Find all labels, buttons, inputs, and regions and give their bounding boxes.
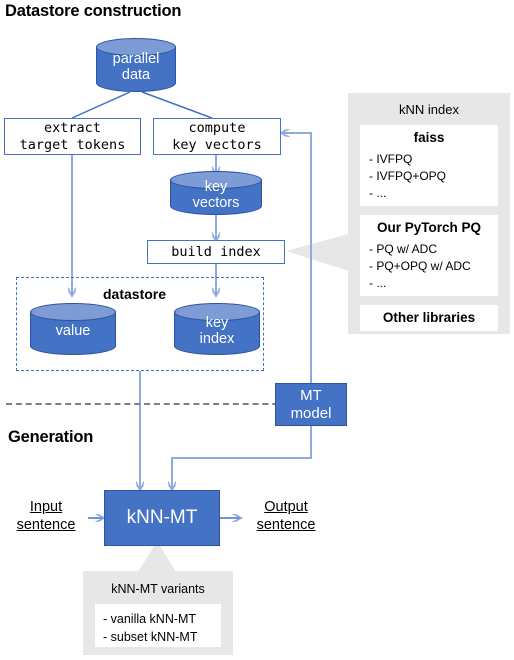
label-line-1: value <box>55 322 91 339</box>
cylinder-value: value <box>30 303 116 355</box>
card-our-pytorch-pq-list: - PQ w/ ADC - PQ+OPQ w/ ADC - ... <box>360 241 498 292</box>
cylinder-label-key-vectors: key vectors <box>170 171 262 215</box>
box-line-2: model <box>290 404 332 422</box>
cylinder-key-vectors: key vectors <box>170 171 262 215</box>
list-item: - IVFPQ+OPQ <box>369 169 447 184</box>
label-output-sentence: Output sentence <box>243 498 329 534</box>
output-sentence-line-2: sentence <box>256 517 316 534</box>
knn-mt-variants-callout: kNN-MT variants - vanilla kNN-MT - subse… <box>83 571 233 655</box>
box-line-2: target tokens <box>19 136 126 153</box>
label-line-1: key <box>205 314 229 331</box>
label-line-2: index <box>199 331 235 347</box>
box-line-1: compute <box>188 119 246 136</box>
card-faiss: faiss - IVFPQ - IVFPQ+OPQ - ... <box>360 125 498 206</box>
knn-index-panel-title: kNN index <box>399 102 459 117</box>
knn-mt-variants-list-box: - vanilla kNN-MT - subset kNN-MT <box>95 604 221 647</box>
input-sentence-line-2: sentence <box>16 517 76 534</box>
knn-index-panel: kNN index faiss - IVFPQ - IVFPQ+OPQ - ..… <box>348 93 510 334</box>
datastore-region-label: datastore <box>103 286 167 302</box>
box-label: kNN-MT <box>126 507 198 529</box>
card-faiss-heading: faiss <box>413 130 445 145</box>
cylinder-key-index: key index <box>174 303 260 355</box>
box-line-1: MT <box>300 387 322 405</box>
cylinder-label-parallel-data: parallel data <box>96 38 176 92</box>
card-other-libraries-label: Other libraries <box>382 310 476 325</box>
list-item: - vanilla kNN-MT <box>103 612 197 626</box>
section-divider <box>6 403 298 405</box>
cylinder-label-value: value <box>30 303 116 355</box>
label-line-2: data <box>121 67 151 83</box>
box-knn-mt[interactable]: kNN-MT <box>104 490 220 546</box>
input-sentence-line-1: Input <box>29 499 63 515</box>
section-title-generation: Generation <box>8 428 94 446</box>
box-compute-key-vectors[interactable]: compute key vectors <box>153 118 281 155</box>
card-faiss-list: - IVFPQ - IVFPQ+OPQ - ... <box>360 151 498 202</box>
label-line-2: vectors <box>192 195 240 211</box>
label-line-1: key <box>204 178 228 195</box>
list-item: - PQ w/ ADC <box>369 242 438 256</box>
label-line-1: parallel <box>112 50 160 67</box>
cylinder-parallel-data: parallel data <box>96 38 176 92</box>
label-input-sentence: Input sentence <box>4 498 88 534</box>
card-our-pytorch-pq-heading: Our PyTorch PQ <box>376 220 482 235</box>
box-label: build index <box>171 243 261 260</box>
list-item: - ... <box>369 186 387 201</box>
box-extract-target-tokens[interactable]: extract target tokens <box>4 118 141 155</box>
list-item: - PQ+OPQ w/ ADC <box>369 259 471 274</box>
output-sentence-line-1: Output <box>264 499 308 515</box>
knn-mt-variants-title: kNN-MT variants <box>111 582 205 596</box>
box-line-1: extract <box>44 119 101 136</box>
list-item: - ... <box>369 276 387 291</box>
list-item: - subset kNN-MT <box>103 630 198 645</box>
list-item: - IVFPQ <box>369 152 413 166</box>
cylinder-label-key-index: key index <box>174 303 260 355</box>
card-our-pytorch-pq: Our PyTorch PQ - PQ w/ ADC - PQ+OPQ w/ A… <box>360 215 498 296</box>
knn-index-callout-tail <box>286 233 352 272</box>
box-mt-model[interactable]: MT model <box>275 383 347 426</box>
knn-mt-variants-list: - vanilla kNN-MT - subset kNN-MT <box>95 604 221 646</box>
card-other-libraries: Other libraries <box>360 305 498 331</box>
section-title-datastore-construction: Datastore construction <box>5 2 182 20</box>
box-build-index[interactable]: build index <box>147 240 285 264</box>
box-line-2: key vectors <box>172 136 262 153</box>
